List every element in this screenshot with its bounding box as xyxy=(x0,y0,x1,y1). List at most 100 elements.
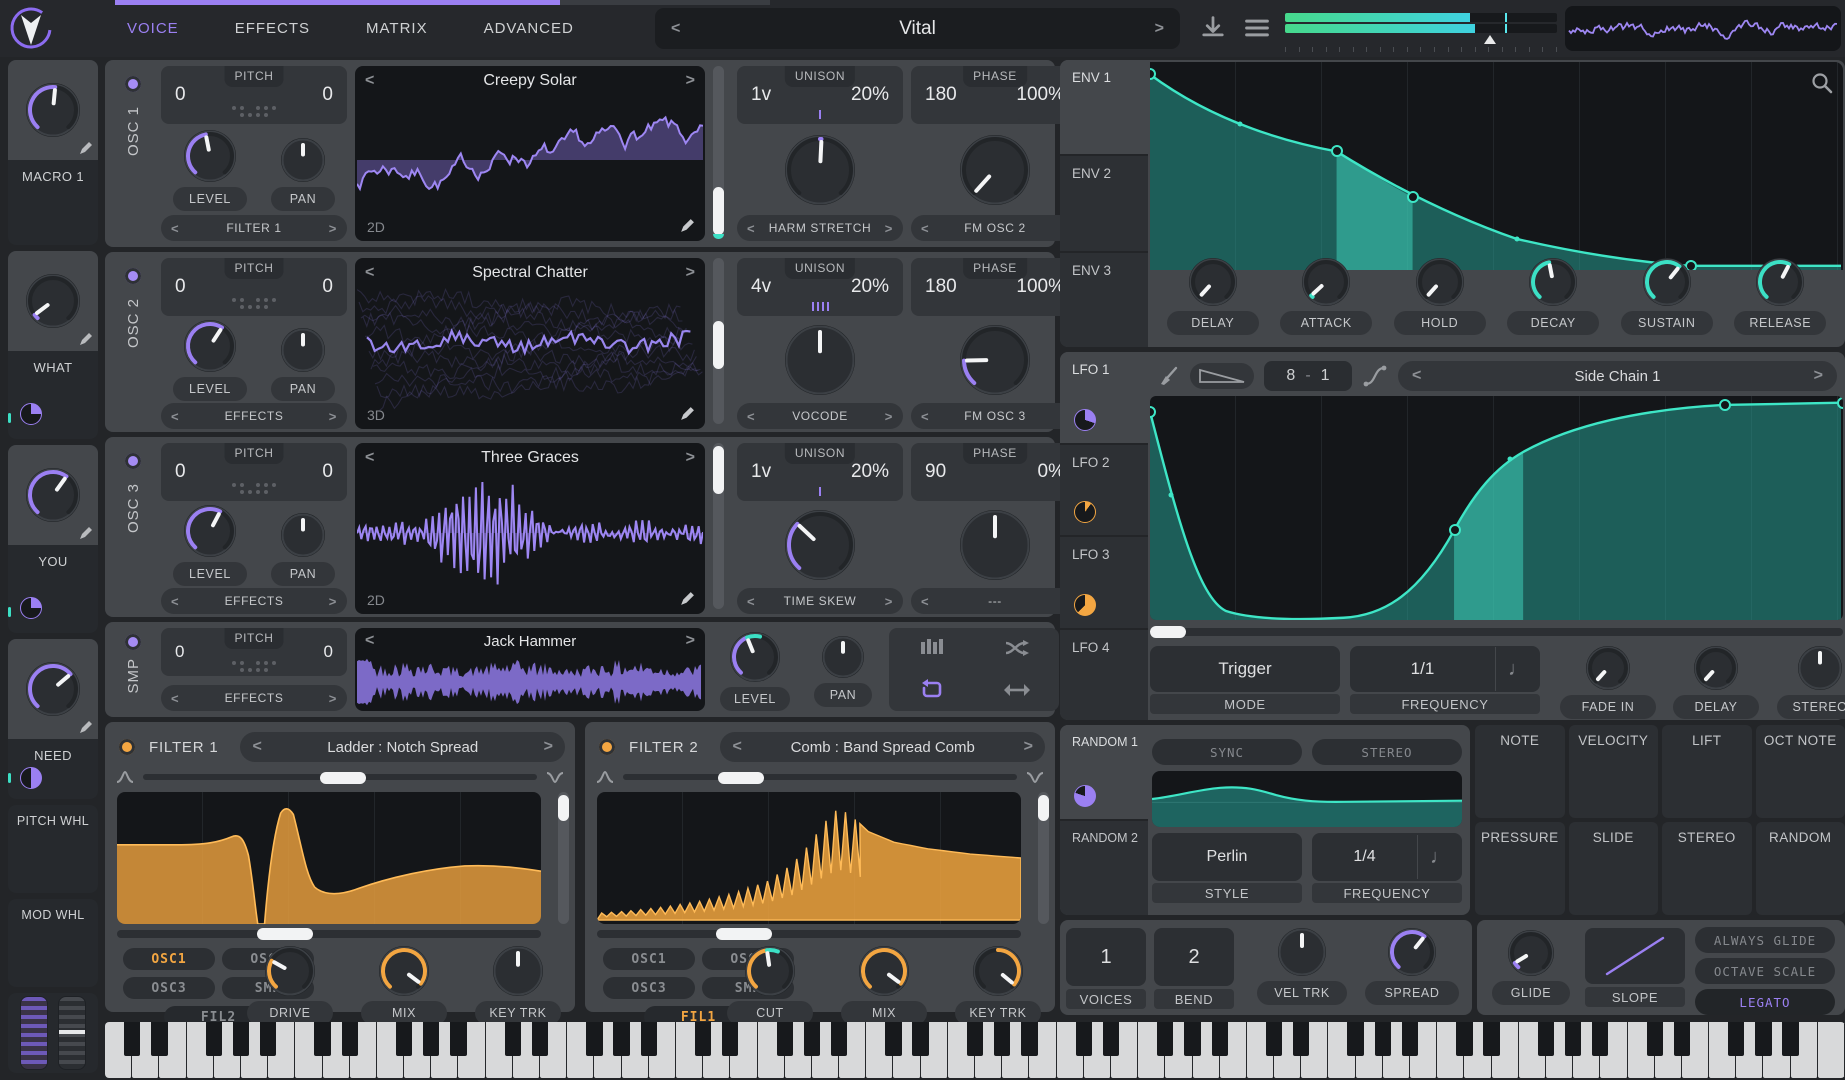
mod-source-pressure[interactable]: PRESSURE xyxy=(1475,822,1565,915)
macro1-knob[interactable] xyxy=(24,81,82,139)
filter2-cutoff-knob[interactable] xyxy=(743,944,797,998)
piano-key-black[interactable] xyxy=(260,1022,276,1056)
osc3-view-mode[interactable]: 2D xyxy=(367,592,385,608)
edit-pencil-icon[interactable] xyxy=(78,332,93,347)
keytrack-icon[interactable] xyxy=(919,638,945,658)
filter1-input-osc3[interactable]: OSC3 xyxy=(123,977,215,999)
tab-env2[interactable]: ENV 2 xyxy=(1060,156,1148,252)
smp-sample-name[interactable]: Jack Hammer xyxy=(484,633,577,650)
osc2-phase-box[interactable]: PHASE 180 100% xyxy=(911,258,1079,316)
osc1-unison-box[interactable]: UNISON 1v 20% xyxy=(737,66,903,124)
lfo-fadein-knob[interactable] xyxy=(1584,644,1632,692)
piano-key-black[interactable] xyxy=(505,1022,521,1056)
wavetable-prev-icon[interactable]: < xyxy=(365,72,374,90)
osc3-modifier-b-knob[interactable] xyxy=(958,508,1032,582)
osc3-modifier-b-select[interactable]: <---> xyxy=(911,588,1079,614)
osc3-phase-value[interactable]: 90 xyxy=(925,461,946,483)
osc2-phase-value[interactable]: 180 xyxy=(925,276,957,298)
random-stereo-toggle[interactable]: STEREO xyxy=(1312,739,1462,765)
wavetable-edit-icon[interactable] xyxy=(679,218,695,234)
osc1-modifier-a-select[interactable]: <HARM STRETCH> xyxy=(737,215,903,241)
piano-key-black[interactable] xyxy=(1565,1022,1581,1056)
osc1-modifier-b-select[interactable]: <FM OSC 2> xyxy=(911,215,1079,241)
osc3-frame-slider[interactable] xyxy=(713,443,724,609)
graph-point[interactable] xyxy=(1719,399,1731,411)
paint-brush-icon[interactable] xyxy=(1158,365,1180,387)
smp-waveform-display[interactable]: < Jack Hammer > xyxy=(355,628,705,711)
lfo-frequency-value[interactable]: 1/1 xyxy=(1350,659,1495,679)
osc1-tune-value[interactable]: 0 xyxy=(322,84,333,106)
mod-source-lift[interactable]: LIFT xyxy=(1662,725,1752,818)
graph-point[interactable] xyxy=(1150,68,1156,80)
tab-effects[interactable]: EFFECTS xyxy=(233,16,312,41)
tab-random1[interactable]: RANDOM 1 xyxy=(1060,725,1148,821)
macro3-knob[interactable] xyxy=(24,466,82,524)
piano-key-black[interactable] xyxy=(885,1022,901,1056)
env-delay-knob[interactable] xyxy=(1187,256,1239,308)
filter1-blend-slider[interactable] xyxy=(115,770,565,784)
osc1-destination-select[interactable]: <FILTER 1> xyxy=(161,215,347,241)
tab-lfo2[interactable]: LFO 2 xyxy=(1060,445,1148,538)
piano-keyboard[interactable] xyxy=(105,1022,1845,1078)
osc1-transpose-snap-dots[interactable] xyxy=(161,106,347,117)
piano-key-black[interactable] xyxy=(151,1022,167,1056)
piano-key-black[interactable] xyxy=(831,1022,847,1056)
piano-key-black[interactable] xyxy=(912,1022,928,1056)
octave-scale-toggle[interactable]: OCTAVE SCALE xyxy=(1695,958,1835,984)
graph-point[interactable] xyxy=(1238,122,1243,127)
graph-point[interactable] xyxy=(1515,236,1520,241)
piano-key-black[interactable] xyxy=(1538,1022,1554,1056)
osc2-fm-knob[interactable] xyxy=(958,323,1032,397)
tab-matrix[interactable]: MATRIX xyxy=(364,16,430,41)
lfo-delay-knob[interactable] xyxy=(1692,644,1740,692)
piano-key-black[interactable] xyxy=(1647,1022,1663,1056)
osc2-transpose-value[interactable]: 0 xyxy=(175,276,186,298)
osc3-unison-box[interactable]: UNISON 1v 20% xyxy=(737,443,903,501)
osc1-view-mode[interactable]: 2D xyxy=(367,219,385,235)
graph-point[interactable] xyxy=(1331,145,1343,157)
filter2-response-display[interactable] xyxy=(597,792,1021,924)
piano-key-black[interactable] xyxy=(1782,1022,1798,1056)
random-frequency-value[interactable]: 1/4 xyxy=(1312,848,1417,866)
osc3-pitch-box[interactable]: PITCH 0 0 xyxy=(161,443,347,501)
piano-key-black[interactable] xyxy=(1021,1022,1037,1056)
osc2-phase-random[interactable]: 100% xyxy=(1016,276,1065,298)
smooth-curve-icon[interactable] xyxy=(1362,363,1388,389)
lfo-shape-ramp-icon[interactable] xyxy=(1190,363,1254,389)
lfo-stereo-knob[interactable] xyxy=(1796,644,1844,692)
always-glide-toggle[interactable]: ALWAYS GLIDE xyxy=(1695,927,1835,953)
osc1-wavetable-name[interactable]: Creepy Solar xyxy=(483,72,576,90)
tempo-sync-note-icon[interactable]: ♩ xyxy=(1417,835,1462,879)
osc1-wavetable-display[interactable]: < Creepy Solar > 2D xyxy=(355,66,705,241)
lfo-grid-size[interactable]: 8-1 xyxy=(1264,361,1352,391)
osc3-pan-knob[interactable] xyxy=(279,511,327,559)
osc2-modifier-a-select[interactable]: <VOCODE> xyxy=(737,403,903,429)
osc1-pan-knob[interactable] xyxy=(279,136,327,184)
mod-source-note[interactable]: NOTE xyxy=(1475,725,1565,818)
piano-key-black[interactable] xyxy=(1293,1022,1309,1056)
mod-source-random[interactable]: RANDOM xyxy=(1756,822,1845,915)
piano-key-black[interactable] xyxy=(124,1022,140,1056)
mod-source-slide[interactable]: SLIDE xyxy=(1569,822,1659,915)
filter1-mix-knob[interactable] xyxy=(377,944,431,998)
mod-source-velocity[interactable]: VELOCITY xyxy=(1569,725,1659,818)
env-release-knob[interactable] xyxy=(1754,256,1806,308)
graph-point[interactable] xyxy=(1168,492,1173,497)
piano-key-black[interactable] xyxy=(967,1022,983,1056)
filter1-drive-knob[interactable] xyxy=(263,944,317,998)
graph-point[interactable] xyxy=(1449,524,1461,536)
filter2-blend-slider[interactable] xyxy=(595,770,1045,784)
piano-key-black[interactable] xyxy=(1212,1022,1228,1056)
filter1-keytrack-knob[interactable] xyxy=(491,944,545,998)
osc2-destination-select[interactable]: <EFFECTS> xyxy=(161,403,347,429)
filter2-resonance-slider[interactable] xyxy=(1038,792,1049,924)
smp-level-knob[interactable] xyxy=(728,630,782,684)
osc2-vocode-knob[interactable] xyxy=(783,323,857,397)
sample-next-icon[interactable]: > xyxy=(686,632,695,650)
pitch-wheel[interactable] xyxy=(20,996,48,1070)
osc1-unison-detune[interactable]: 20% xyxy=(851,84,889,106)
tab-env1[interactable]: ENV 1 xyxy=(1060,60,1148,156)
filter2-power-toggle[interactable] xyxy=(599,739,615,755)
osc2-unison-detune[interactable]: 20% xyxy=(851,276,889,298)
lfo-points[interactable] xyxy=(1150,396,1843,620)
